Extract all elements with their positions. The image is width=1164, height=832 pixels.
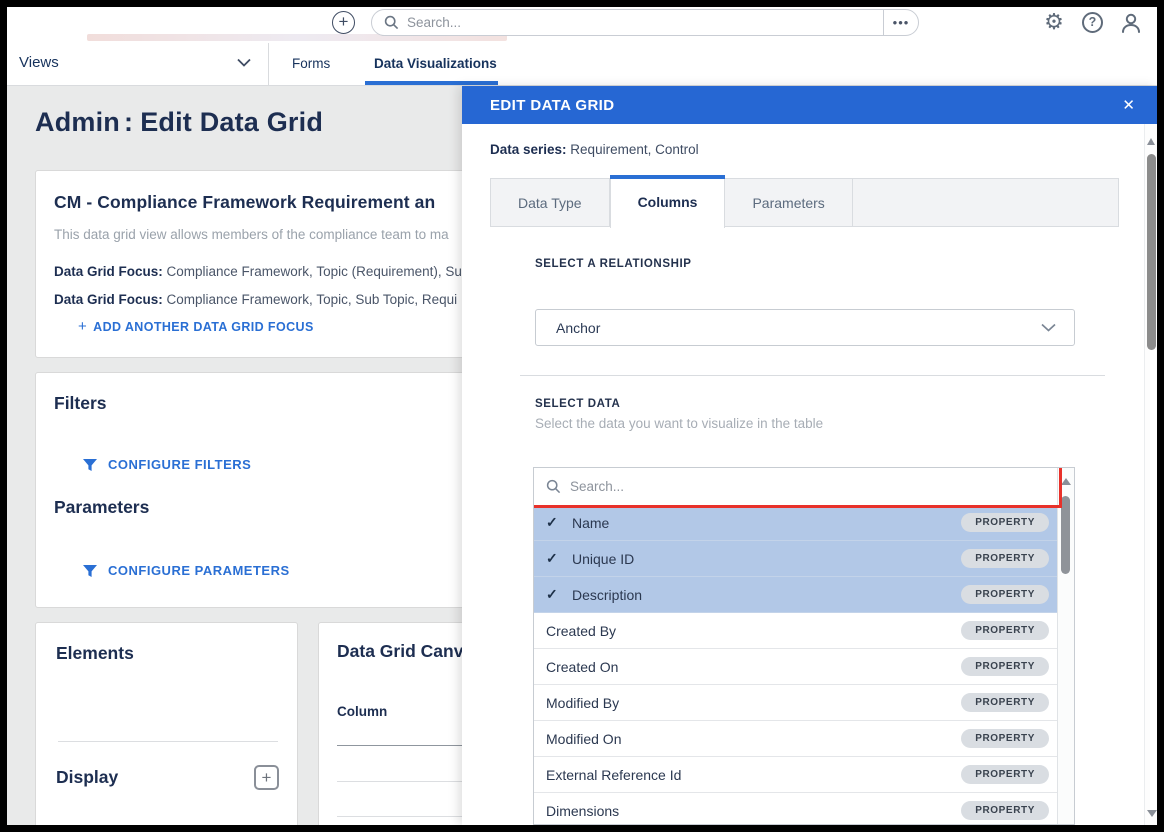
list-item[interactable]: ✓DescriptionPROPERTY bbox=[534, 577, 1059, 613]
views-nav-bar: Views Forms Data Visualizations bbox=[7, 43, 1157, 86]
list-item[interactable]: Modified ByPROPERTY bbox=[534, 685, 1059, 721]
list-item-label: Created By bbox=[546, 623, 961, 639]
global-search-placeholder: Search... bbox=[407, 15, 461, 30]
views-dropdown[interactable]: Views bbox=[19, 54, 59, 71]
list-item-label: Dimensions bbox=[546, 803, 961, 819]
scrollbar-thumb[interactable] bbox=[1061, 496, 1070, 574]
property-badge: PROPERTY bbox=[961, 729, 1049, 748]
page-title: Admin:Edit Data Grid bbox=[35, 107, 323, 138]
list-item[interactable]: Modified OnPROPERTY bbox=[534, 721, 1059, 757]
panel-tab-strip: Data TypeColumnsParameters bbox=[490, 178, 1119, 227]
list-item-label: Modified On bbox=[546, 731, 961, 747]
list-item-label: External Reference Id bbox=[546, 767, 961, 783]
panel-tab-columns[interactable]: Columns bbox=[610, 175, 726, 228]
list-item[interactable]: ✓Unique IDPROPERTY bbox=[534, 541, 1059, 577]
scroll-up-arrow-icon[interactable] bbox=[1147, 138, 1155, 145]
window-frame bbox=[0, 825, 1164, 832]
data-select-list: Search... ✓NamePROPERTY✓Unique IDPROPERT… bbox=[533, 467, 1075, 825]
panel-tab-data-type[interactable]: Data Type bbox=[491, 179, 610, 226]
tab-forms[interactable]: Forms bbox=[292, 56, 330, 71]
property-badge: PROPERTY bbox=[961, 549, 1049, 568]
scroll-down-arrow-icon[interactable] bbox=[1147, 810, 1157, 817]
list-item[interactable]: Created OnPROPERTY bbox=[534, 649, 1059, 685]
property-badge: PROPERTY bbox=[961, 657, 1049, 676]
list-item[interactable]: External Reference IdPROPERTY bbox=[534, 757, 1059, 793]
help-icon[interactable]: ? bbox=[1082, 12, 1103, 33]
check-icon: ✓ bbox=[546, 550, 572, 567]
close-icon[interactable]: ✕ bbox=[1122, 96, 1135, 114]
active-tab-underline bbox=[365, 81, 498, 85]
list-item[interactable]: Created ByPROPERTY bbox=[534, 613, 1059, 649]
list-item-label: Created On bbox=[546, 659, 961, 675]
divider bbox=[520, 375, 1105, 376]
list-item-label: Modified By bbox=[546, 695, 961, 711]
relationship-select[interactable]: Anchor bbox=[535, 309, 1075, 346]
global-search-input[interactable]: Search... ••• bbox=[371, 9, 919, 36]
list-item-label: Description bbox=[572, 587, 961, 603]
display-heading: Display bbox=[56, 767, 118, 788]
elements-card: Elements Display + bbox=[35, 622, 298, 825]
panel-header: EDIT DATA GRID ✕ bbox=[462, 86, 1157, 124]
list-item-label: Name bbox=[572, 515, 961, 531]
list-scrollbar[interactable] bbox=[1057, 468, 1074, 824]
relationship-value: Anchor bbox=[556, 320, 600, 336]
filter-funnel-icon bbox=[82, 458, 98, 472]
chevron-down-icon[interactable] bbox=[237, 58, 251, 67]
property-badge: PROPERTY bbox=[961, 513, 1049, 532]
search-icon bbox=[384, 15, 399, 30]
panel-tab-parameters[interactable]: Parameters bbox=[725, 179, 852, 226]
user-avatar-icon[interactable] bbox=[1119, 11, 1143, 35]
panel-title: EDIT DATA GRID bbox=[490, 97, 614, 114]
property-badge: PROPERTY bbox=[961, 585, 1049, 604]
add-icon[interactable]: + bbox=[332, 11, 355, 34]
list-search-placeholder: Search... bbox=[570, 479, 624, 494]
divider bbox=[268, 43, 269, 85]
list-search-input[interactable]: Search... bbox=[534, 468, 1059, 505]
search-icon bbox=[546, 479, 561, 494]
top-header-bar: + Search... ••• ⚙︎ ? bbox=[7, 7, 1157, 44]
property-badge: PROPERTY bbox=[961, 693, 1049, 712]
select-relationship-label: SELECT A RELATIONSHIP bbox=[535, 258, 692, 270]
settings-gear-icon[interactable]: ⚙︎ bbox=[1042, 10, 1066, 34]
check-icon: ✓ bbox=[546, 514, 572, 531]
scrollbar-thumb[interactable] bbox=[1147, 154, 1156, 350]
chevron-down-icon bbox=[1041, 323, 1056, 332]
list-item[interactable]: ✓NamePROPERTY bbox=[534, 505, 1059, 541]
property-badge: PROPERTY bbox=[961, 621, 1049, 640]
check-icon: ✓ bbox=[546, 586, 572, 603]
app-window: + Search... ••• ⚙︎ ? Views Forms Data Vi… bbox=[0, 0, 1164, 832]
filter-funnel-icon bbox=[82, 564, 98, 578]
add-display-button[interactable]: + bbox=[254, 765, 279, 790]
list-item-label: Unique ID bbox=[572, 551, 961, 567]
window-frame bbox=[0, 0, 1164, 7]
select-data-label: SELECT DATA bbox=[535, 398, 620, 410]
panel-scrollbar[interactable] bbox=[1144, 124, 1157, 825]
elements-heading: Elements bbox=[56, 643, 277, 664]
scroll-up-arrow-icon[interactable] bbox=[1061, 478, 1071, 485]
window-frame bbox=[0, 0, 7, 832]
data-series-line: Data series: Requirement, Control bbox=[490, 142, 699, 157]
list-item[interactable]: DimensionsPROPERTY bbox=[534, 793, 1059, 825]
divider bbox=[58, 741, 278, 742]
window-frame bbox=[1157, 0, 1164, 832]
edit-data-grid-panel: EDIT DATA GRID ✕ Data series: Requiremen… bbox=[462, 86, 1157, 825]
search-options-button[interactable]: ••• bbox=[883, 9, 918, 36]
plus-icon: + bbox=[78, 318, 87, 335]
select-data-helper: Select the data you want to visualize in… bbox=[535, 416, 823, 431]
property-badge: PROPERTY bbox=[961, 765, 1049, 784]
tab-data-visualizations[interactable]: Data Visualizations bbox=[374, 56, 497, 71]
property-badge: PROPERTY bbox=[961, 801, 1049, 820]
